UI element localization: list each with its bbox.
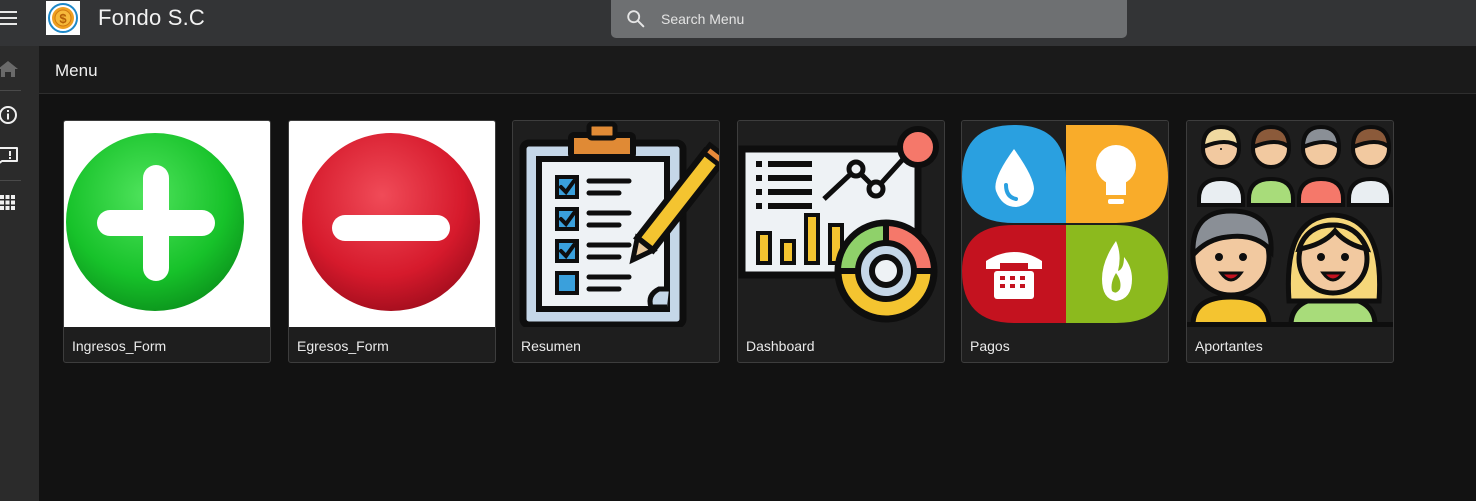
tile-ingresos-form[interactable]: Ingresos_Form [63,120,271,363]
feedback-icon[interactable] [0,145,20,165]
utilities-icon [962,121,1168,327]
page-header: Menu [39,46,1476,94]
sidebar-divider [0,90,21,91]
tile-label: Aportantes [1195,338,1263,354]
minus-circle-icon [289,121,495,327]
tile-resumen[interactable]: Resumen [512,120,720,363]
dashboard-chart-icon [738,121,944,327]
people-group-icon [1187,121,1393,327]
plus-circle-icon [64,121,270,327]
search-icon [627,10,645,28]
home-icon[interactable] [0,59,20,79]
page-title: Menu [55,61,98,80]
info-icon[interactable] [0,105,20,125]
app-logo[interactable]: $ [46,1,80,35]
tile-label: Egresos_Form [297,338,389,354]
app-title: Fondo S.C [98,5,205,30]
tile-label: Ingresos_Form [72,338,167,354]
search-bar[interactable] [611,0,1127,38]
tile-aportantes[interactable]: Aportantes [1186,120,1394,363]
search-input[interactable] [661,0,1111,38]
hamburger-menu-icon[interactable] [0,11,18,27]
tile-egresos-form[interactable]: Egresos_Form [288,120,496,363]
apps-grid-icon[interactable] [0,193,20,213]
tile-dashboard[interactable]: Dashboard [737,120,945,363]
top-app-bar: $ Fondo S.C [0,0,1476,46]
tile-label: Resumen [521,338,581,354]
sidebar [0,46,39,501]
clipboard-checklist-icon [513,121,719,327]
svg-text:$: $ [59,11,67,26]
tile-label: Dashboard [746,338,815,354]
tile-pagos[interactable]: Pagos [961,120,1169,363]
tile-label: Pagos [970,338,1010,354]
sidebar-divider [0,180,21,181]
